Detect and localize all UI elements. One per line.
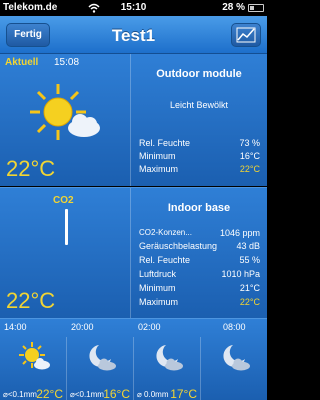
outdoor-row-maximum: Maximum 22°C: [139, 164, 260, 176]
co2-gauge-needle: [65, 209, 68, 245]
forecast-item[interactable]: 14:00 ⌀<0.1mm 22°C: [0, 319, 66, 400]
row-value: 21°C: [239, 283, 260, 293]
moon-cloud-icon: [223, 345, 250, 371]
row-value: 55 %: [239, 255, 260, 265]
co2-label: CO2: [53, 195, 74, 206]
indoor-row-pressure: Luftdruck 1010 hPa: [139, 269, 260, 281]
row-label: Luftdruck: [139, 269, 177, 279]
indoor-row-noise: Geräuschbelastung 43 dB: [139, 241, 260, 253]
forecast-rain: ⌀<0.1mm: [3, 390, 37, 399]
indoor-title: Indoor base: [167, 202, 231, 214]
row-value: 22°C: [239, 164, 260, 174]
row-label: Maximum: [139, 164, 179, 174]
row-value: 16°C: [239, 151, 260, 161]
forecast-temperature: 17°C: [170, 387, 197, 400]
battery-percent: 28 %: [222, 2, 245, 13]
indoor-temperature: 22°C: [6, 288, 56, 313]
forecast-temperature: 22°C: [36, 387, 63, 400]
indoor-row-humidity: Rel. Feuchte 55 %: [139, 255, 260, 267]
forecast-rain: ⌀<0.1mm: [70, 390, 104, 399]
current-label: Aktuell: [5, 57, 39, 68]
sun-cloud-icon: [30, 84, 100, 140]
status-bar: Telekom.de 15:10 28 %: [0, 0, 267, 16]
navigation-bar: Fertig Test1: [0, 16, 267, 54]
sun-icon: [19, 342, 50, 370]
outdoor-temperature: 22°C: [6, 156, 56, 181]
chart-icon: [236, 27, 256, 43]
battery-icon: [248, 4, 264, 12]
forecast-time: 20:00: [71, 322, 94, 332]
indoor-row-maximum: Maximum 22°C: [139, 297, 260, 309]
row-label: Minimum: [139, 151, 176, 161]
outdoor-row-minimum: Minimum 16°C: [139, 151, 260, 163]
row-label: Minimum: [139, 283, 176, 293]
forecast-rain: ⌀ 0.0mm: [137, 390, 169, 399]
outdoor-title: Outdoor module: [156, 68, 242, 80]
weather-condition: Leicht Bewölkt: [169, 100, 229, 110]
row-value: 1046 ppm: [219, 228, 260, 238]
outdoor-module-panel[interactable]: Aktuell 15:08 22°C Outdoor module Leicht…: [0, 54, 267, 186]
forecast-strip[interactable]: 14:00 ⌀<0.1mm 22°C 20:00 ⌀<0.1mm 16°C 02…: [0, 318, 267, 400]
page-title: Test1: [111, 26, 156, 45]
row-label: Rel. Feuchte: [139, 138, 191, 148]
forecast-item[interactable]: 20:00 ⌀<0.1mm 16°C: [67, 319, 133, 400]
row-label: Geräuschbelastung: [139, 241, 218, 251]
outdoor-row-humidity: Rel. Feuchte 73 %: [139, 138, 260, 150]
indoor-row-minimum: Minimum 21°C: [139, 283, 260, 295]
indoor-row-co2: CO2-Konzen... 1046 ppm: [139, 228, 260, 240]
row-label: CO2-Konzen...: [139, 228, 192, 237]
indoor-base-panel[interactable]: CO2 22°C Indoor base CO2-Konzen... 1046 …: [0, 187, 267, 318]
forecast-time: 14:00: [4, 322, 27, 332]
moon-cloud-icon: [89, 345, 116, 371]
forecast-temperature: 16°C: [103, 387, 130, 400]
forecast-item[interactable]: 08:00: [201, 319, 267, 400]
forecast-time: 08:00: [223, 322, 246, 332]
moon-cloud-icon: [156, 345, 183, 371]
row-label: Rel. Feuchte: [139, 255, 191, 265]
forecast-item[interactable]: 02:00 ⌀ 0.0mm 17°C: [134, 319, 200, 400]
chart-button[interactable]: [231, 23, 261, 47]
row-label: Maximum: [139, 297, 179, 307]
current-time: 15:08: [54, 57, 80, 68]
forecast-time: 02:00: [138, 322, 161, 332]
row-value: 22°C: [239, 297, 260, 307]
row-value: 43 dB: [236, 241, 260, 251]
row-value: 73 %: [239, 138, 260, 148]
row-value: 1010 hPa: [221, 269, 260, 279]
